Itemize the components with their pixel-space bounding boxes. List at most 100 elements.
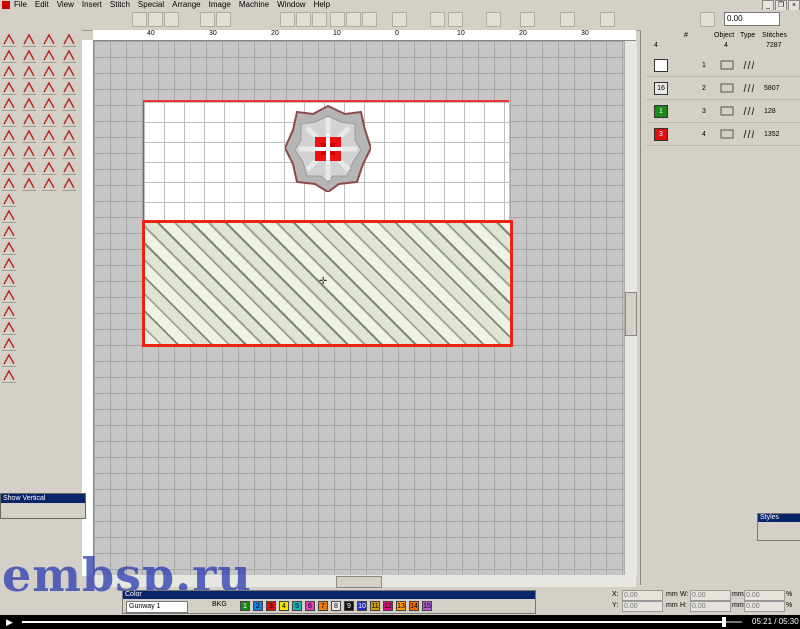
color-swatch[interactable]: 14 <box>409 601 419 611</box>
color-swatch[interactable]: 13 <box>396 601 406 611</box>
color-swatch[interactable]: 2 <box>253 601 263 611</box>
arc-icon[interactable] <box>62 32 76 47</box>
x-field[interactable]: 0.00 <box>622 590 663 601</box>
select-icon[interactable] <box>2 96 16 111</box>
rectangle-icon[interactable] <box>2 176 16 191</box>
star-icon[interactable] <box>62 128 76 143</box>
cut-icon[interactable] <box>132 12 147 27</box>
menu-item-special[interactable]: Special <box>138 0 164 10</box>
color-swatch[interactable]: 8 <box>331 601 341 611</box>
zoom-input[interactable]: 0.00 <box>724 12 780 26</box>
emboss-icon[interactable] <box>62 144 76 159</box>
fill-icon[interactable] <box>2 192 16 207</box>
paste-icon[interactable] <box>164 12 179 27</box>
menu-item-view[interactable]: View <box>57 0 74 10</box>
menu-item-arrange[interactable]: Arrange <box>172 0 200 10</box>
fill-icon[interactable] <box>2 320 16 335</box>
satin-icon[interactable] <box>22 128 36 143</box>
progress-knob[interactable] <box>722 617 726 627</box>
text-icon[interactable] <box>42 176 56 191</box>
color-swatch[interactable]: 9 <box>344 601 354 611</box>
w-field[interactable]: 0.00 <box>690 590 731 601</box>
zigzag-icon[interactable] <box>2 208 16 223</box>
color-swatch[interactable]: 7 <box>318 601 328 611</box>
menu-item-edit[interactable]: Edit <box>35 0 49 10</box>
menu-item-help[interactable]: Help <box>314 0 330 10</box>
app-icon[interactable] <box>2 1 10 9</box>
play-icon[interactable]: ▶ <box>6 617 13 628</box>
copy-icon[interactable] <box>148 12 163 27</box>
horizontal-scroll-thumb[interactable] <box>336 576 382 588</box>
text-icon[interactable] <box>42 112 56 127</box>
satin-icon[interactable] <box>22 64 36 79</box>
stitch-tool-icon[interactable] <box>280 12 295 27</box>
object-row[interactable]: 1 <box>646 56 800 77</box>
circle-icon[interactable] <box>22 112 36 127</box>
spiral-icon[interactable] <box>22 144 36 159</box>
color-swatch[interactable]: 6 <box>305 601 315 611</box>
styles-panel-title[interactable]: Styles <box>758 514 800 522</box>
select-icon[interactable] <box>2 32 16 47</box>
menu-item-file[interactable]: File <box>14 0 27 10</box>
redo-icon[interactable] <box>216 12 231 27</box>
monogram-icon[interactable] <box>62 112 76 127</box>
color-swatch[interactable]: 3 <box>266 601 276 611</box>
align-icon[interactable] <box>448 12 463 27</box>
zigzag-icon[interactable] <box>2 80 16 95</box>
flower-emblem[interactable] <box>285 104 371 192</box>
run-tool-icon[interactable] <box>330 12 345 27</box>
rectangle-icon[interactable] <box>2 368 16 383</box>
color-bar-title[interactable]: Color <box>123 591 535 599</box>
color-icon[interactable] <box>700 12 715 27</box>
zigzag-icon[interactable] <box>2 144 16 159</box>
3d-icon[interactable] <box>520 12 535 27</box>
arc-icon[interactable] <box>62 96 76 111</box>
menu-item-image[interactable]: Image <box>209 0 231 10</box>
rectangle-icon[interactable] <box>2 304 16 319</box>
color-swatch[interactable]: 15 <box>422 601 432 611</box>
rectangle-icon[interactable] <box>2 112 16 127</box>
circle-icon[interactable] <box>22 48 36 63</box>
rectangle-icon[interactable] <box>2 240 16 255</box>
color-swatch[interactable]: 11 <box>370 601 380 611</box>
y-field[interactable]: 0.00 <box>622 601 663 612</box>
fill-icon[interactable] <box>2 64 16 79</box>
show-vertical-title[interactable]: Show Vertical <box>1 494 85 503</box>
object-row[interactable]: 3 4 1352 <box>646 125 800 146</box>
color-swatch[interactable]: 5 <box>292 601 302 611</box>
text-icon[interactable] <box>42 48 56 63</box>
applique-icon[interactable] <box>42 144 56 159</box>
node-tool-icon[interactable] <box>392 12 407 27</box>
object-color-swatch[interactable]: 3 <box>654 128 668 141</box>
spiral-icon[interactable] <box>22 80 36 95</box>
star-icon[interactable] <box>62 64 76 79</box>
realview-icon[interactable] <box>560 12 575 27</box>
fill-tool-icon[interactable] <box>296 12 311 27</box>
reshape-icon[interactable] <box>22 32 36 47</box>
arrange-icon[interactable] <box>430 12 445 27</box>
run-icon[interactable] <box>42 128 56 143</box>
undo-icon[interactable] <box>200 12 215 27</box>
applique-icon[interactable] <box>42 80 56 95</box>
color-swatch[interactable]: 1 <box>240 601 250 611</box>
fill-icon[interactable] <box>2 128 16 143</box>
menu-item-machine[interactable]: Machine <box>239 0 269 10</box>
satin-tool-icon[interactable] <box>312 12 327 27</box>
basketweave-fill-object[interactable] <box>142 220 513 347</box>
node-icon[interactable] <box>42 96 56 111</box>
object-row[interactable]: 1 3 128 <box>646 102 800 123</box>
zigzag-icon[interactable] <box>2 272 16 287</box>
color-swatch[interactable]: 12 <box>383 601 393 611</box>
select-icon[interactable] <box>2 224 16 239</box>
monogram-icon[interactable] <box>62 48 76 63</box>
y-scale-field[interactable]: 0.00 <box>744 601 785 612</box>
object-color-swatch[interactable]: 1 <box>654 105 668 118</box>
circle-icon[interactable] <box>22 176 36 191</box>
color-swatch[interactable]: 10 <box>357 601 367 611</box>
h-field[interactable]: 0.00 <box>690 601 731 612</box>
object-color-swatch[interactable]: 16 <box>654 82 668 95</box>
arc-icon[interactable] <box>62 160 76 175</box>
pattern-tool-icon[interactable] <box>346 12 361 27</box>
view-icon[interactable] <box>486 12 501 27</box>
object-row[interactable]: 16 2 5807 <box>646 79 800 100</box>
